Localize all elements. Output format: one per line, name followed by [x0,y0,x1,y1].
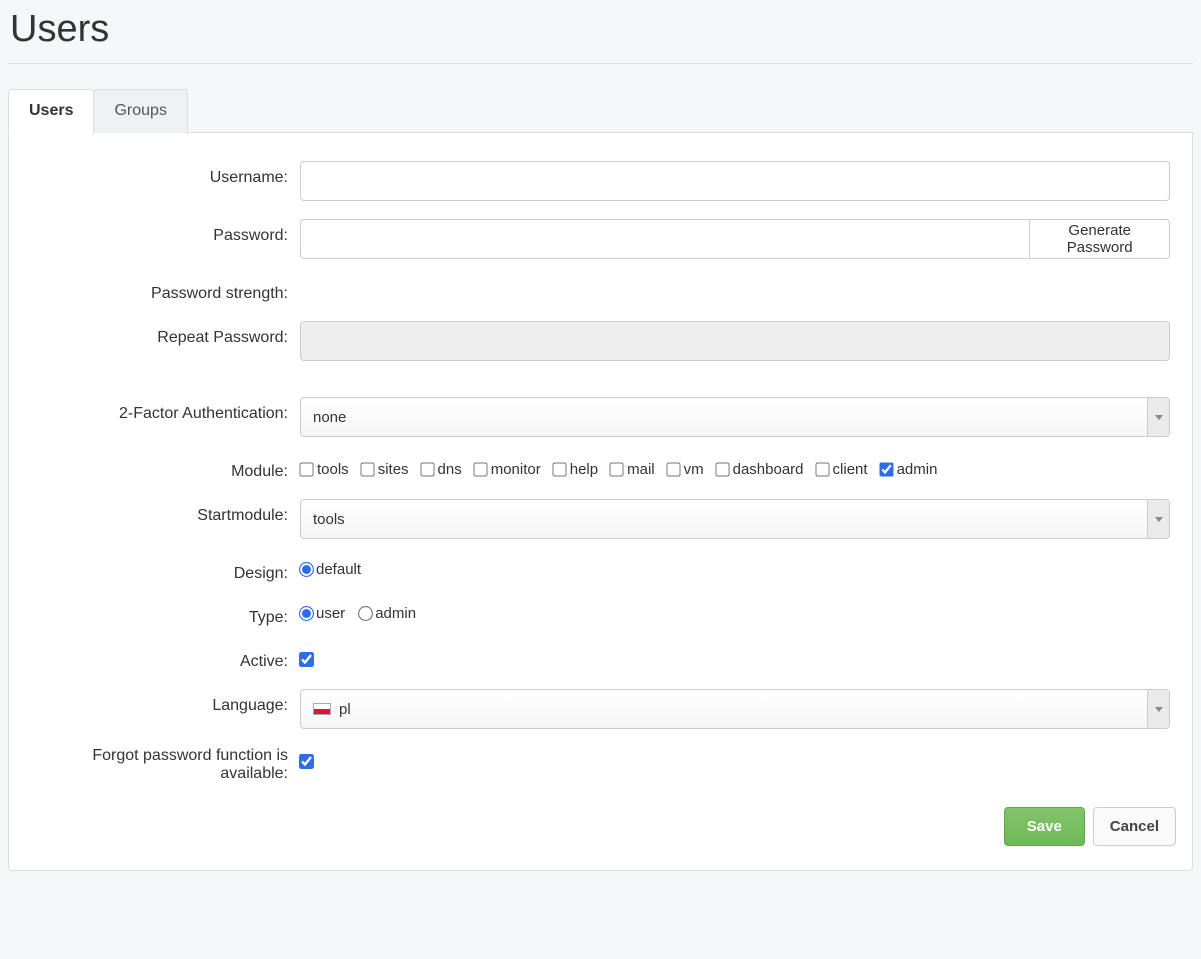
language-select[interactable]: pl [300,689,1170,729]
module-checkbox-dns[interactable]: dns [421,461,462,478]
module-checkbox-dashboard[interactable]: dashboard [716,461,804,478]
save-button[interactable]: Save [1004,807,1085,846]
chevron-down-icon [1147,398,1169,436]
password-strength-label: Password strength: [25,277,300,303]
language-selected: pl [339,701,351,718]
module-checkbox-input-dns[interactable] [420,462,434,476]
tab-bar: Users Groups [8,88,1193,133]
active-checkbox[interactable] [299,652,314,667]
startmodule-label: Startmodule: [25,499,300,525]
two-factor-selected: none [313,409,346,426]
module-checkbox-label: tools [317,461,349,478]
module-checkbox-client[interactable]: client [816,461,868,478]
module-checkbox-input-sites[interactable] [360,462,374,476]
two-factor-label: 2-Factor Authentication: [25,397,300,423]
type-label: Type: [25,601,300,627]
active-label: Active: [25,645,300,671]
action-bar: Save Cancel [25,801,1176,846]
module-checkbox-label: help [570,461,598,478]
module-checkbox-label: dns [438,461,462,478]
module-checkbox-label: monitor [491,461,541,478]
tab-groups[interactable]: Groups [93,89,187,133]
module-checkbox-sites[interactable]: sites [361,461,409,478]
chevron-down-icon [1147,690,1169,728]
module-checkbox-input-client[interactable] [815,462,829,476]
design-radio-input-default[interactable] [299,562,314,577]
module-checkbox-monitor[interactable]: monitor [474,461,541,478]
design-radio-default[interactable]: default [300,561,361,578]
module-checkbox-input-help[interactable] [552,462,566,476]
module-checkbox-label: vm [684,461,704,478]
module-checkbox-help[interactable]: help [553,461,598,478]
tab-users[interactable]: Users [8,89,94,133]
module-checkbox-label: dashboard [733,461,804,478]
two-factor-select[interactable]: none [300,397,1170,437]
username-input[interactable] [300,161,1170,201]
type-radio-label: user [316,605,345,622]
module-checkbox-input-tools[interactable] [299,462,313,476]
header-divider [8,63,1193,64]
module-checkbox-admin[interactable]: admin [880,461,938,478]
page-title: Users [10,8,1193,51]
form-panel: Username: Password: Generate Password Pa… [8,133,1193,871]
module-checkbox-vm[interactable]: vm [667,461,704,478]
type-radio-input-user[interactable] [299,606,314,621]
type-radio-input-admin[interactable] [358,606,373,621]
module-label: Module: [25,455,300,481]
language-label: Language: [25,689,300,715]
module-checkbox-label: mail [627,461,655,478]
module-checkbox-label: admin [897,461,938,478]
module-checkbox-mail[interactable]: mail [610,461,655,478]
design-radio-group: default [300,557,1170,578]
module-checkbox-input-dashboard[interactable] [715,462,729,476]
repeat-password-input[interactable] [300,321,1170,361]
repeat-password-label: Repeat Password: [25,321,300,347]
module-checkbox-label: client [833,461,868,478]
module-checkbox-label: sites [378,461,409,478]
type-radio-group: user admin [300,601,1170,622]
module-checkbox-input-vm[interactable] [666,462,680,476]
type-radio-admin[interactable]: admin [359,605,416,622]
generate-password-button[interactable]: Generate Password [1030,219,1170,259]
startmodule-selected: tools [313,511,345,528]
design-radio-label: default [316,561,361,578]
type-radio-user[interactable]: user [300,605,345,622]
forgot-password-label: Forgot password function is available: [25,747,300,783]
password-input[interactable] [300,219,1030,259]
module-checkbox-input-mail[interactable] [609,462,623,476]
module-checkbox-group: tools sites dns monitor help mail vm dashboard c… [300,455,1170,478]
flag-icon [313,703,331,715]
username-label: Username: [25,161,300,187]
startmodule-select[interactable]: tools [300,499,1170,539]
forgot-password-checkbox[interactable] [299,754,314,769]
cancel-button[interactable]: Cancel [1093,807,1176,846]
design-label: Design: [25,557,300,583]
chevron-down-icon [1147,500,1169,538]
type-radio-label: admin [375,605,416,622]
module-checkbox-input-admin[interactable] [879,462,893,476]
module-checkbox-input-monitor[interactable] [473,462,487,476]
module-checkbox-tools[interactable]: tools [300,461,349,478]
password-label: Password: [25,219,300,245]
